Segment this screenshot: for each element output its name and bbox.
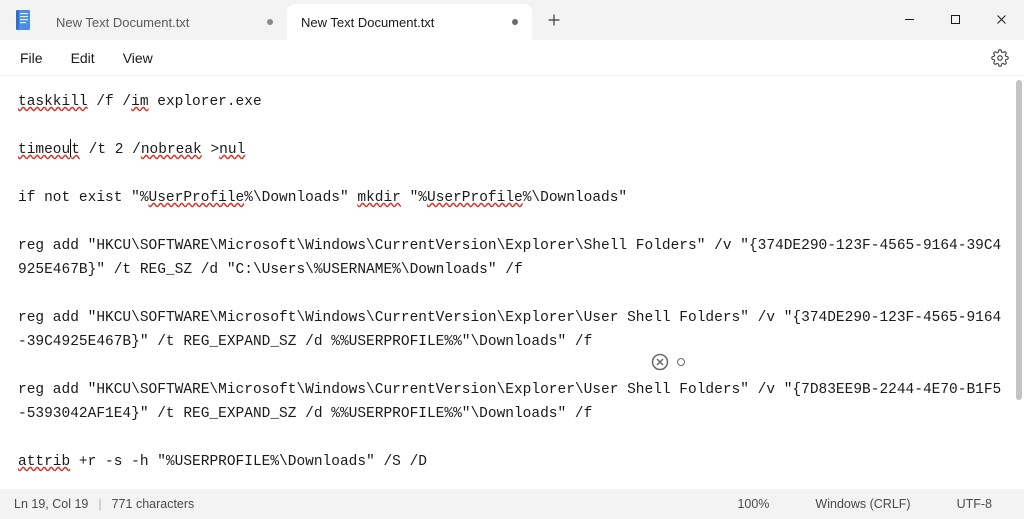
spellcheck-word: UserProfile: [149, 190, 245, 206]
spellcheck-word: nul: [219, 142, 245, 158]
spellcheck-word: taskkill: [18, 94, 88, 110]
text-run: /f /: [88, 94, 132, 110]
window-controls: [886, 0, 1024, 40]
cursor-position[interactable]: Ln 19, Col 19: [14, 497, 88, 511]
status-bar: Ln 19, Col 19 | 771 characters 100% Wind…: [0, 489, 1024, 519]
tab-1[interactable]: New Text Document.txt: [287, 4, 532, 40]
text-caret: [70, 139, 71, 157]
text-run: if not exist "%: [18, 190, 149, 206]
text-run: >: [202, 142, 219, 158]
floating-indicator: [651, 353, 685, 371]
text-run: reg add "HKCU\SOFTWARE\Microsoft\Windows…: [18, 382, 1001, 422]
text-run: +r -s -h "%USERPROFILE%\Downloads" /S /D: [70, 454, 427, 470]
text-editor[interactable]: taskkill /f /im explorer.exe timeout /t …: [0, 76, 1024, 489]
text-run: reg add "HKCU\SOFTWARE\Microsoft\Windows…: [18, 238, 1001, 278]
circle-x-icon: [651, 353, 669, 371]
new-tab-button[interactable]: [538, 4, 570, 36]
tab-label: New Text Document.txt: [301, 15, 434, 30]
encoding[interactable]: UTF-8: [939, 497, 1010, 511]
zoom-level[interactable]: 100%: [719, 497, 787, 511]
spellcheck-word: t: [71, 142, 80, 158]
vertical-scrollbar[interactable]: [1014, 80, 1022, 479]
close-button[interactable]: [978, 0, 1024, 38]
menu-file[interactable]: File: [8, 46, 55, 70]
maximize-button[interactable]: [932, 0, 978, 38]
tab-0[interactable]: New Text Document.txt: [42, 4, 287, 40]
modified-dot-icon: [267, 19, 273, 25]
spellcheck-word: nobreak: [141, 142, 202, 158]
text-run: reg add "HKCU\SOFTWARE\Microsoft\Windows…: [18, 310, 1001, 350]
spellcheck-word: mkdir: [357, 190, 401, 206]
tab-label: New Text Document.txt: [56, 15, 189, 30]
notepad-app-icon: [14, 9, 32, 31]
spellcheck-word: attrib: [18, 454, 70, 470]
minimize-button[interactable]: [886, 0, 932, 38]
text-run: %\Downloads": [244, 190, 357, 206]
spellcheck-word: im: [131, 94, 148, 110]
menu-view[interactable]: View: [111, 46, 165, 70]
text-run: "%: [401, 190, 427, 206]
text-run: explorer.exe: [149, 94, 262, 110]
text-run: %\Downloads": [523, 190, 627, 206]
character-count[interactable]: 771 characters: [112, 497, 195, 511]
spellcheck-word: UserProfile: [427, 190, 523, 206]
spellcheck-word: timeou: [18, 142, 70, 158]
settings-button[interactable]: [984, 42, 1016, 74]
separator: |: [98, 497, 101, 511]
menu-edit[interactable]: Edit: [59, 46, 107, 70]
circle-dot-icon: [677, 358, 685, 366]
title-bar: New Text Document.txt New Text Document.t…: [0, 0, 1024, 40]
text-run: /t 2 /: [80, 142, 141, 158]
modified-dot-icon: [512, 19, 518, 25]
tab-strip: New Text Document.txt New Text Document.t…: [42, 0, 532, 40]
menu-bar: FileEditView: [0, 40, 1024, 76]
line-ending[interactable]: Windows (CRLF): [797, 497, 928, 511]
scrollbar-thumb[interactable]: [1016, 80, 1022, 400]
